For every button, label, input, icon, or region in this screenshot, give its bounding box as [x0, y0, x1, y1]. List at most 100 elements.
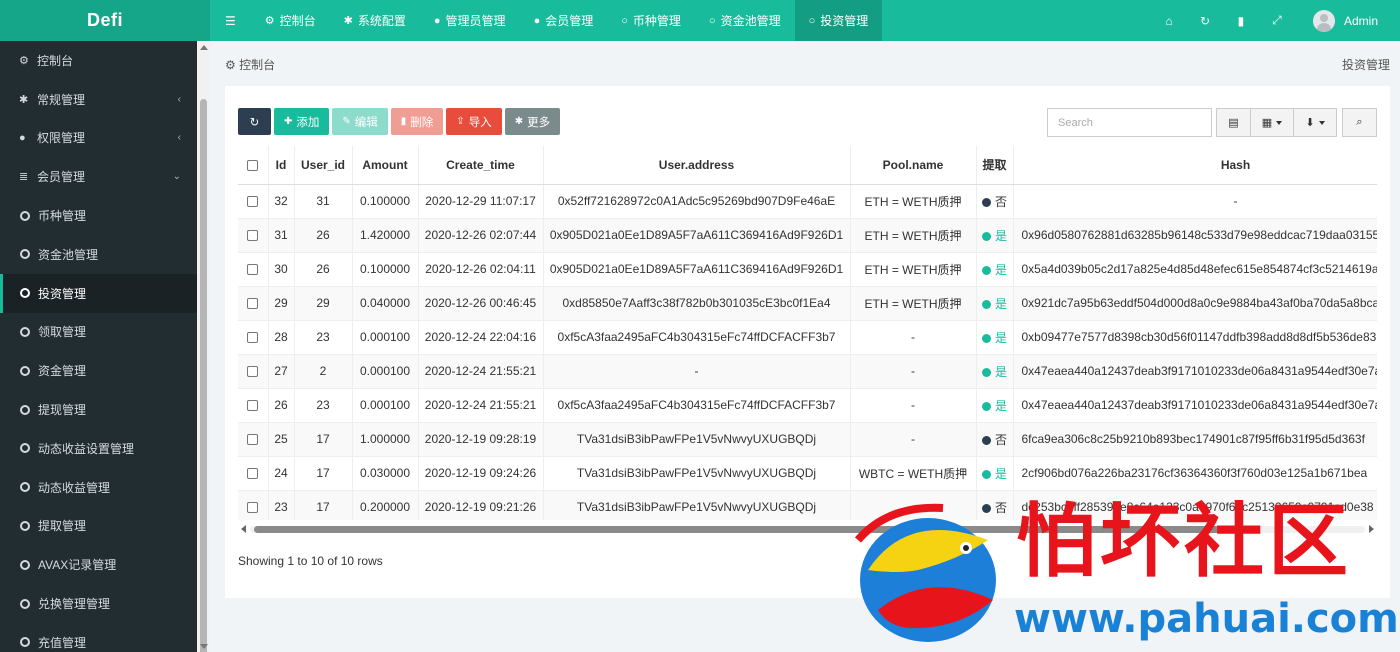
watermark-url: www.pahuai.com: [1014, 596, 1399, 642]
row-checkbox[interactable]: [247, 298, 259, 310]
row-checkbox[interactable]: [247, 230, 259, 242]
table-row[interactable]: 25 17 1.000000 2020-12-19 09:28:19 TVa31dsiB…: [238, 422, 1377, 457]
topnav-system-config[interactable]: ✱ 系统配置: [330, 0, 420, 41]
sidebar-item-recharge[interactable]: 充值管理: [0, 623, 197, 652]
sidebar-item-dashboard[interactable]: ⚙ 控制台: [0, 41, 197, 80]
sidebar-item-extract[interactable]: 提取管理: [0, 507, 197, 546]
row-checkbox[interactable]: [247, 434, 259, 446]
row-checkbox[interactable]: [247, 502, 259, 514]
sidebar-scrollbar[interactable]: [197, 41, 210, 652]
fullscreen-icon[interactable]: ⤢: [1259, 13, 1295, 28]
scroll-left-icon[interactable]: [241, 525, 246, 533]
topnav-admin-manage[interactable]: ● 管理员管理: [420, 0, 520, 41]
cell-withdrawn: 是: [976, 286, 1014, 321]
export-button[interactable]: ⬇: [1293, 108, 1337, 137]
breadcrumb-home[interactable]: 控制台: [239, 58, 275, 72]
refresh-icon[interactable]: ↻: [1187, 14, 1223, 28]
sidebar-item-claim[interactable]: 领取管理: [0, 313, 197, 352]
table-row[interactable]: 26 23 0.000100 2020-12-24 21:55:21 0xf5cA3fa…: [238, 388, 1377, 423]
columns-button[interactable]: ▦: [1250, 108, 1294, 137]
top-nav: ☰ ⚙ 控制台 ✱ 系统配置 ● 管理员管理 ● 会员管理 ○ 币种管理 ○ 资金池管理 ○…: [210, 0, 883, 41]
dashboard-icon: ⚙: [19, 54, 29, 67]
table-toolbar: ↻ ✚ 添加 ✎ 编辑 ▮ 删除 ⇪ 导入 ✱ 更多: [238, 108, 561, 135]
topnav-dashboard[interactable]: ⚙ 控制台: [251, 0, 330, 41]
user-icon: ●: [533, 14, 541, 27]
row-select-cell: [238, 286, 269, 321]
add-button[interactable]: ✚ 添加: [274, 108, 330, 135]
sidebar-item-dynamic-settings[interactable]: 动态收益设置管理: [0, 429, 197, 468]
users-icon: ●: [19, 131, 26, 144]
row-checkbox[interactable]: [247, 366, 259, 378]
topnav-coin-manage[interactable]: ○ 币种管理: [607, 0, 695, 41]
topnav-member-manage[interactable]: ● 会员管理: [520, 0, 608, 41]
row-select-cell: [238, 184, 269, 219]
cell-create-time: 2020-12-19 09:21:26: [418, 490, 544, 520]
row-checkbox[interactable]: [247, 332, 259, 344]
sidebar-item-dynamic-income[interactable]: 动态收益管理: [0, 468, 197, 507]
circle-icon: [20, 288, 30, 299]
cell-id: 25: [268, 422, 295, 457]
sidebar-item-exchange[interactable]: 兑换管理管理: [0, 584, 197, 623]
circle-icon: [20, 559, 30, 570]
column-header[interactable]: User_id: [294, 146, 353, 185]
admin-user-menu[interactable]: Admin: [1312, 9, 1378, 32]
cell-amount: 0.000100: [352, 354, 419, 389]
column-header[interactable]: Create_time: [418, 146, 544, 185]
status-dot-icon: [981, 265, 991, 275]
scroll-down-icon[interactable]: [200, 644, 208, 649]
row-checkbox[interactable]: [247, 468, 259, 480]
delete-button[interactable]: ▮ 删除: [390, 108, 444, 135]
cell-amount: 0.100000: [352, 184, 419, 219]
column-header[interactable]: 提取: [976, 146, 1014, 185]
sidebar-item-auth[interactable]: ● 权限管理 ‹: [0, 119, 197, 158]
sidebar-item-coin[interactable]: 币种管理: [0, 196, 197, 235]
scroll-up-icon[interactable]: [200, 45, 208, 50]
sidebar-item-avax[interactable]: AVAX记录管理: [0, 545, 197, 584]
row-checkbox[interactable]: [247, 400, 259, 412]
toggle-view-button[interactable]: ▤: [1216, 108, 1251, 137]
column-header[interactable]: Hash: [1013, 146, 1377, 185]
avatar: [1312, 9, 1335, 32]
column-header[interactable]: Amount: [352, 146, 419, 185]
topnav-invest-manage[interactable]: ○ 投资管理: [794, 0, 883, 41]
table-row[interactable]: 29 29 0.040000 2020-12-26 00:46:45 0xd85850e…: [238, 286, 1377, 321]
column-header[interactable]: Id: [268, 146, 295, 185]
refresh-icon: ↻: [249, 116, 260, 129]
table-row[interactable]: 32 31 0.100000 2020-12-29 11:07:17 0x52ff721…: [238, 184, 1377, 219]
cell-user-address: 0xd85850e7Aaff3c38f782b0b301035cE3bc0f1E…: [543, 286, 851, 321]
watermark-cn-text: 怕坏社区: [1016, 495, 1352, 588]
cell-pool-name: ETH = WETH质押: [850, 252, 977, 287]
sidebar-item-funds[interactable]: 资金管理: [0, 351, 197, 390]
brand-logo[interactable]: Defi: [0, 0, 210, 41]
topnav-pool-manage[interactable]: ○ 资金池管理: [695, 0, 795, 41]
table-row[interactable]: 24 17 0.030000 2020-12-19 09:24:26 TVa31dsiB…: [238, 456, 1377, 491]
circle-icon: ○: [621, 14, 628, 27]
refresh-button[interactable]: ↻: [238, 108, 271, 135]
sidebar-item-pool[interactable]: 资金池管理: [0, 235, 197, 274]
search-input[interactable]: [1047, 108, 1212, 137]
row-checkbox[interactable]: [247, 264, 259, 276]
row-checkbox[interactable]: [247, 196, 259, 208]
cell-withdrawn: 是: [976, 456, 1014, 491]
sidebar-item-invest[interactable]: 投资管理: [0, 273, 197, 313]
more-button[interactable]: ✱ 更多: [504, 108, 561, 135]
scrollbar-thumb[interactable]: [200, 99, 207, 652]
column-header[interactable]: Pool.name: [850, 146, 977, 185]
column-header[interactable]: User.address: [543, 146, 851, 185]
table-row[interactable]: 30 26 0.100000 2020-12-26 02:04:11 0x905D021…: [238, 252, 1377, 287]
chevron-left-icon: ‹: [177, 132, 181, 144]
sidebar-item-member[interactable]: ≣ 会员管理 ⌄: [0, 157, 197, 196]
import-button[interactable]: ⇪ 导入: [446, 108, 502, 135]
menu-toggle-icon[interactable]: ☰: [210, 0, 251, 41]
home-icon[interactable]: ⌂: [1151, 14, 1187, 28]
table-row[interactable]: 27 2 0.000100 2020-12-24 21:55:21- - 是 0x47eae…: [238, 354, 1377, 389]
table-row[interactable]: 28 23 0.000100 2020-12-24 22:04:16 0xf5cA3fa…: [238, 320, 1377, 355]
sidebar-item-general[interactable]: ✱ 常规管理 ‹: [0, 80, 197, 119]
search-button[interactable]: ⌕: [1342, 108, 1377, 137]
cell-id: 28: [268, 320, 295, 355]
edit-button[interactable]: ✎ 编辑: [332, 108, 388, 135]
sidebar-item-withdraw[interactable]: 提现管理: [0, 390, 197, 429]
trash-icon[interactable]: ▮: [1223, 14, 1259, 28]
select-all-checkbox[interactable]: [247, 160, 259, 172]
table-row[interactable]: 31 26 1.420000 2020-12-26 02:07:44 0x905D021…: [238, 218, 1377, 253]
